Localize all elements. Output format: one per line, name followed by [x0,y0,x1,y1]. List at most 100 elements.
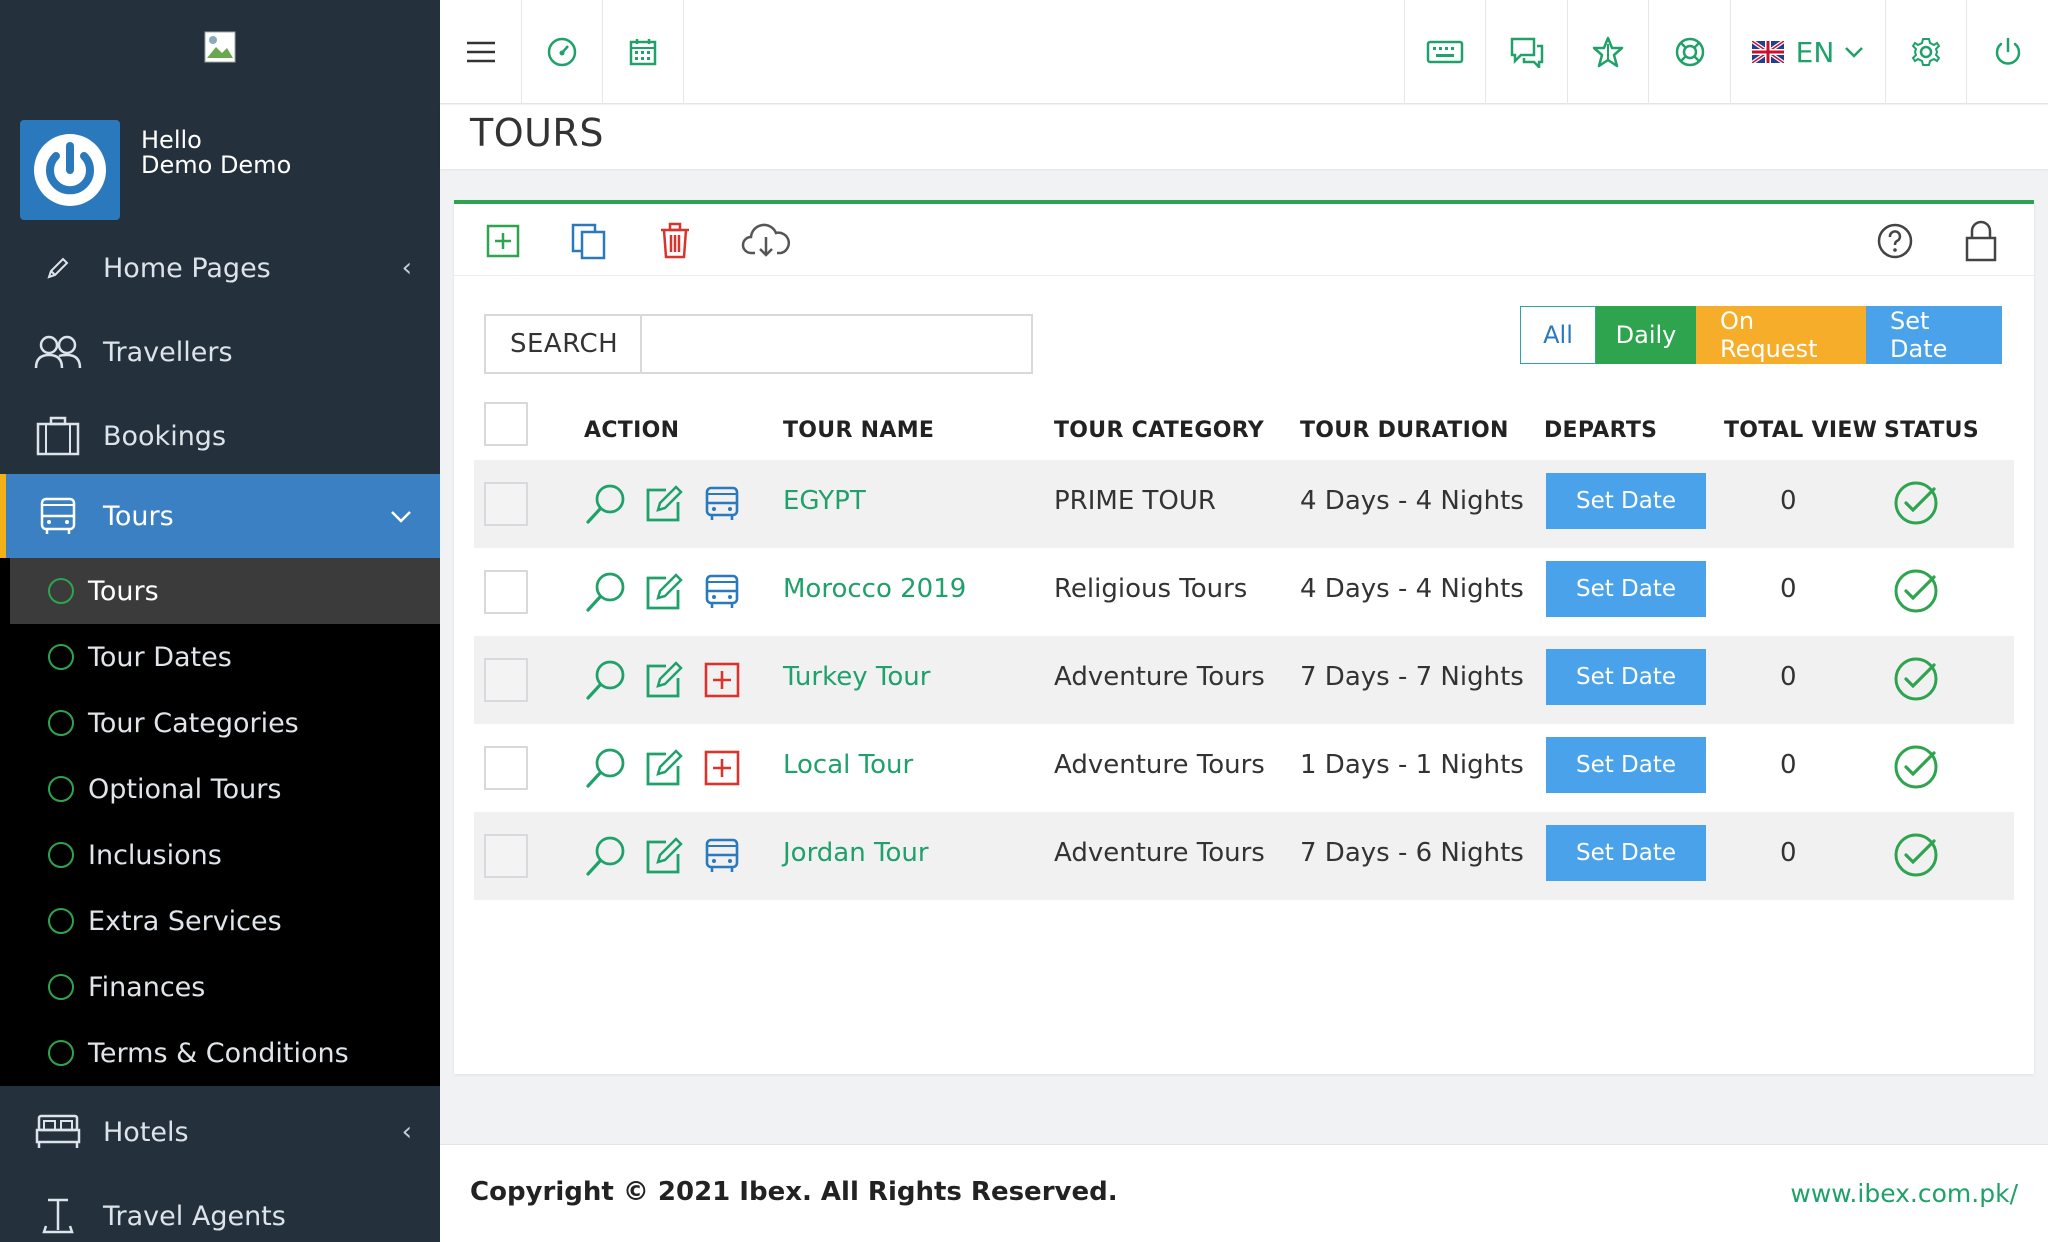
row-checkbox[interactable] [484,746,528,790]
check-circle-icon[interactable] [1892,479,1940,527]
table-row: Morocco 2019 Religious Tours 4 Days - 4 … [474,548,2014,636]
edit-icon [646,749,683,786]
row-checkbox[interactable] [484,482,528,526]
tour-name-link[interactable]: Local Tour [783,750,913,780]
view-button[interactable] [584,746,628,790]
tour-category: Adventure Tours [1054,838,1265,868]
chevron-left-icon: ‹ [401,1117,412,1147]
row-checkbox[interactable] [484,658,528,702]
website-link[interactable]: www.ibex.com.pk/ [1790,1179,2018,1208]
help-button[interactable] [1872,218,1918,264]
avatar[interactable] [20,120,120,220]
broken-logo-icon [204,31,236,63]
view-button[interactable] [584,658,628,702]
add-departure-button[interactable] [700,658,744,702]
submenu-item-label: Extra Services [88,905,282,937]
header-tour-name[interactable]: TOUR NAME [783,418,934,443]
logout-button[interactable] [1967,0,2048,104]
chat-button[interactable] [1486,0,1568,104]
copy-button[interactable] [566,218,612,264]
set-date-button[interactable]: Set Date [1546,649,1706,705]
submenu-item-tour-categories[interactable]: Tour Categories [10,690,440,756]
search-icon [586,660,625,700]
set-date-button[interactable]: Set Date [1546,561,1706,617]
search-icon [586,748,625,788]
row-checkbox[interactable] [484,834,528,878]
submenu-item-tour-dates[interactable]: Tour Dates [10,624,440,690]
check-circle-icon[interactable] [1892,655,1940,703]
filter-on-request-button[interactable]: On Request [1696,306,1866,364]
filter-set-date-button[interactable]: Set Date [1866,306,2002,364]
sidebar-item-tours[interactable]: Tours [0,474,440,558]
header-total-view[interactable]: TOTAL VIEW [1724,418,1877,443]
settings-icon [1911,38,1941,66]
tour-name-link[interactable]: Jordan Tour [783,838,929,868]
sidebar-item-travellers[interactable]: Travellers [0,310,440,394]
edit-button[interactable] [642,658,686,702]
tour-duration: 7 Days - 6 Nights [1300,838,1524,868]
submenu-item-optional-tours[interactable]: Optional Tours [10,756,440,822]
search-input[interactable] [642,316,1031,372]
header-departs[interactable]: DEPARTS [1544,418,1657,443]
language-code: EN [1795,35,1835,69]
check-circle-icon[interactable] [1892,567,1940,615]
submenu-item-finances[interactable]: Finances [10,954,440,1020]
total-view-count: 0 [1780,662,1797,692]
keyboard-button[interactable] [1404,0,1486,104]
submenu-item-tours[interactable]: Tours [10,558,440,624]
users-icon [32,328,84,376]
edit-button[interactable] [642,570,686,614]
transport-button[interactable] [700,482,744,526]
total-view-count: 0 [1780,838,1797,868]
sidebar-item-travel-agents[interactable]: Travel Agents [0,1174,440,1242]
tours-panel: SEARCH All Daily On Request Set Date ACT… [454,200,2034,1074]
set-date-button[interactable]: Set Date [1546,825,1706,881]
submenu-item-extra-services[interactable]: Extra Services [10,888,440,954]
view-button[interactable] [584,482,628,526]
submenu-item-inclusions[interactable]: Inclusions [10,822,440,888]
filter-daily-button[interactable]: Daily [1596,306,1696,364]
header-status[interactable]: STATUS [1884,418,1979,443]
favorites-button[interactable] [1568,0,1649,104]
edit-button[interactable] [642,482,686,526]
settings-button[interactable] [1886,0,1967,104]
dashboard-button[interactable] [522,0,603,104]
sidebar-item-label: Home Pages [103,252,271,284]
menu-toggle-button[interactable] [440,0,522,104]
tour-name-link[interactable]: EGYPT [783,486,866,516]
view-button[interactable] [584,834,628,878]
submenu-item-label: Finances [88,971,206,1003]
tour-name-link[interactable]: Turkey Tour [783,662,930,692]
add-button[interactable] [480,218,526,264]
submenu-item-label: Tour Categories [88,707,299,739]
lock-button[interactable] [1958,218,2004,264]
check-circle-icon[interactable] [1892,831,1940,879]
sidebar-item-hotels[interactable]: Hotels ‹ [0,1090,440,1174]
check-circle-icon[interactable] [1892,743,1940,791]
download-button[interactable] [738,218,794,264]
sidebar-item-home-pages[interactable]: Home Pages ‹ [0,226,440,310]
select-all-checkbox[interactable] [484,402,528,446]
transport-button[interactable] [700,834,744,878]
edit-button[interactable] [642,834,686,878]
edit-button[interactable] [642,746,686,790]
header-tour-duration[interactable]: TOUR DURATION [1300,418,1509,443]
set-date-button[interactable]: Set Date [1546,473,1706,529]
header-tour-category[interactable]: TOUR CATEGORY [1054,418,1264,443]
submenu-item-terms-conditions[interactable]: Terms & Conditions [10,1020,440,1086]
support-button[interactable] [1649,0,1731,104]
set-date-button[interactable]: Set Date [1546,737,1706,793]
filter-all-button[interactable]: All [1520,306,1596,364]
sidebar-item-bookings[interactable]: Bookings [0,394,440,478]
delete-button[interactable] [652,218,698,264]
circle-icon [48,908,74,934]
bus-icon [705,574,739,608]
transport-button[interactable] [700,570,744,614]
row-checkbox[interactable] [484,570,528,614]
language-selector[interactable]: EN [1731,0,1886,104]
add-departure-button[interactable] [700,746,744,790]
tour-name-link[interactable]: Morocco 2019 [783,574,966,604]
power-icon [1995,37,2020,65]
view-button[interactable] [584,570,628,614]
calendar-button[interactable] [603,0,684,104]
